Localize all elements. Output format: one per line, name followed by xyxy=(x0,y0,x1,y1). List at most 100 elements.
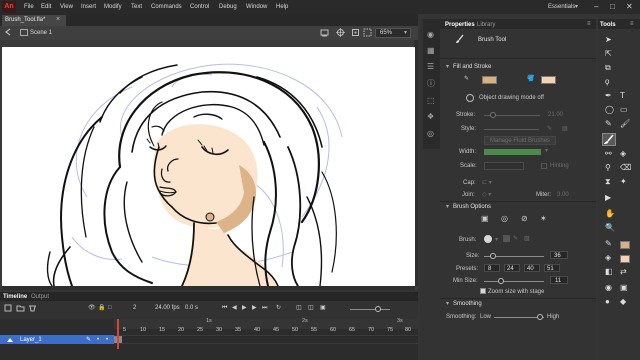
lasso-tool-icon[interactable]: ϙ xyxy=(605,78,609,86)
workspace-switcher[interactable]: Essentials xyxy=(548,4,575,10)
tilt-icon[interactable]: ⊘ xyxy=(521,215,528,223)
smoothing-knob[interactable] xyxy=(537,314,543,320)
hand-tool-icon[interactable]: ✋ xyxy=(605,210,615,218)
eyedropper-icon[interactable]: ⚲ xyxy=(605,164,611,172)
tab-timeline[interactable]: Timeline xyxy=(3,294,27,300)
brush-mode-tool-icon[interactable]: ◉ xyxy=(605,284,612,292)
maximize-button[interactable]: □ xyxy=(610,2,615,11)
brush-angle-icon[interactable]: ✎ xyxy=(513,236,518,242)
pencil-tool-icon[interactable]: ✎ xyxy=(605,120,612,128)
frame-rate[interactable]: 24.00 fps xyxy=(155,305,180,311)
paint-bucket-icon[interactable]: ◈ xyxy=(620,150,626,158)
loop-icon[interactable]: ↻ xyxy=(276,305,281,311)
new-layer-icon[interactable] xyxy=(4,304,13,312)
asset-warp-icon[interactable]: ✦ xyxy=(620,178,627,186)
edit-multiple-icon[interactable]: ▣ xyxy=(320,305,326,311)
lock-fill-icon[interactable]: ▣ xyxy=(620,284,628,292)
object-drawing-icon[interactable] xyxy=(466,94,474,102)
timeline-zoom-knob[interactable] xyxy=(375,306,381,312)
tools-fill-swatch[interactable] xyxy=(620,255,630,263)
lock-dot-icon[interactable]: • xyxy=(106,337,108,343)
brush-shape-icon[interactable]: ✶ xyxy=(540,215,547,223)
back-arrow-icon[interactable] xyxy=(4,28,12,36)
brush-shape-tool-icon[interactable]: ◆ xyxy=(620,298,626,306)
horizontal-scrollbar[interactable] xyxy=(2,286,415,290)
brush-tool-icon[interactable] xyxy=(603,134,615,145)
panel-menu-icon[interactable]: ≡ xyxy=(587,21,591,27)
swatches-icon[interactable]: ▦ xyxy=(427,47,435,55)
folder-icon[interactable] xyxy=(16,304,25,312)
stage-canvas[interactable] xyxy=(2,47,415,286)
step-forward-icon[interactable]: ▶ xyxy=(252,305,257,311)
brush-flat-icon[interactable]: ▨ xyxy=(524,236,530,242)
close-tab-icon[interactable]: × xyxy=(56,16,60,23)
bone-tool-icon[interactable]: ⚯ xyxy=(605,150,612,158)
fill-color-icon[interactable]: ◈ xyxy=(605,254,611,262)
width-profile[interactable] xyxy=(484,149,541,155)
free-transform-icon[interactable]: ⧉ xyxy=(605,64,611,72)
go-last-icon[interactable]: ⏭ xyxy=(262,305,267,311)
camera-tool-icon[interactable]: ▶ xyxy=(605,194,611,202)
tools-stroke-swatch[interactable] xyxy=(620,241,630,249)
style-options-icon[interactable]: ▤ xyxy=(562,126,568,132)
min-size-slider[interactable] xyxy=(484,281,544,282)
text-tool-icon[interactable]: T xyxy=(620,92,625,100)
menu-edit[interactable]: Edit xyxy=(41,4,51,10)
join-select-icon[interactable]: ◇ ▾ xyxy=(482,192,491,198)
scene-label[interactable]: Scene 1 xyxy=(30,30,52,36)
fill-stroke-title[interactable]: Fill and Stroke xyxy=(453,64,491,70)
menu-commands[interactable]: Commands xyxy=(151,4,182,10)
tab-output[interactable]: Output xyxy=(31,294,49,300)
zoom-dropdown-icon[interactable]: ▾ xyxy=(404,30,407,36)
width-dropdown-icon[interactable]: ▾ xyxy=(545,148,548,154)
width-tool-icon[interactable]: ⧗ xyxy=(605,178,611,186)
zoom-tool-icon[interactable]: 🔍 xyxy=(605,224,615,232)
brush-options-title[interactable]: Brush Options xyxy=(453,204,491,210)
motion-presets-icon[interactable]: ◎ xyxy=(427,130,434,138)
pen-tool-icon[interactable]: ✒ xyxy=(605,92,612,100)
transform-icon[interactable]: ⬚ xyxy=(427,97,435,105)
menu-file[interactable]: File xyxy=(24,4,34,10)
tab-properties[interactable]: Properties xyxy=(445,22,475,28)
menu-window[interactable]: Window xyxy=(246,4,267,10)
center-stage-icon[interactable] xyxy=(351,28,360,37)
color-panel-icon[interactable]: ◉ xyxy=(427,31,434,39)
lock-icon[interactable]: 🔒 xyxy=(98,305,105,311)
clip-content-icon[interactable] xyxy=(363,28,372,37)
onion-outline-icon[interactable]: ◫ xyxy=(308,305,314,311)
menu-text[interactable]: Text xyxy=(131,4,142,10)
smoothing-title[interactable]: Smoothing xyxy=(453,301,482,307)
outline-icon[interactable]: □ xyxy=(108,305,112,311)
onion-skin-icon[interactable]: ◫ xyxy=(296,305,302,311)
menu-modify[interactable]: Modify xyxy=(104,4,122,10)
visibility-dot-icon[interactable]: • xyxy=(97,337,99,343)
stroke-color-swatch[interactable] xyxy=(482,76,497,84)
brush-square-icon[interactable] xyxy=(503,235,510,242)
play-icon[interactable]: ▶ xyxy=(242,305,247,311)
oval-tool-icon[interactable]: ◯ xyxy=(605,106,614,114)
edit-scene-icon[interactable] xyxy=(320,28,329,37)
brush-dropdown-icon[interactable]: ▾ xyxy=(495,237,498,243)
stroke-value[interactable]: 21.00 xyxy=(548,112,563,118)
brush-round-icon[interactable] xyxy=(484,235,492,243)
menu-debug[interactable]: Debug xyxy=(219,4,237,10)
paint-brush-tool-icon[interactable]: 🖌 xyxy=(620,120,630,128)
menu-insert[interactable]: Insert xyxy=(81,4,96,10)
collapse-icon[interactable]: ▾ xyxy=(446,64,449,70)
collapse-icon[interactable]: ▾ xyxy=(446,301,449,307)
hinting-checkbox[interactable] xyxy=(541,163,547,169)
edit-symbol-icon[interactable] xyxy=(336,28,345,37)
menu-help[interactable]: Help xyxy=(276,4,288,10)
stroke-slider-knob[interactable] xyxy=(490,112,496,118)
chevron-down-icon[interactable]: ▾ xyxy=(575,4,578,10)
layer-name[interactable]: Layer_1 xyxy=(20,337,42,343)
step-back-icon[interactable]: ◀ xyxy=(232,305,237,311)
scale-select[interactable] xyxy=(484,162,524,170)
trash-icon[interactable] xyxy=(28,304,37,312)
brush-mode-icon[interactable]: ▣ xyxy=(481,215,489,223)
playhead[interactable] xyxy=(117,319,119,349)
pressure-icon[interactable]: ◎ xyxy=(501,215,508,223)
zoom-size-checkbox[interactable] xyxy=(480,288,486,294)
subselection-tool-icon[interactable]: ⇱ xyxy=(605,50,612,58)
go-first-icon[interactable]: ⏮ xyxy=(222,305,227,311)
